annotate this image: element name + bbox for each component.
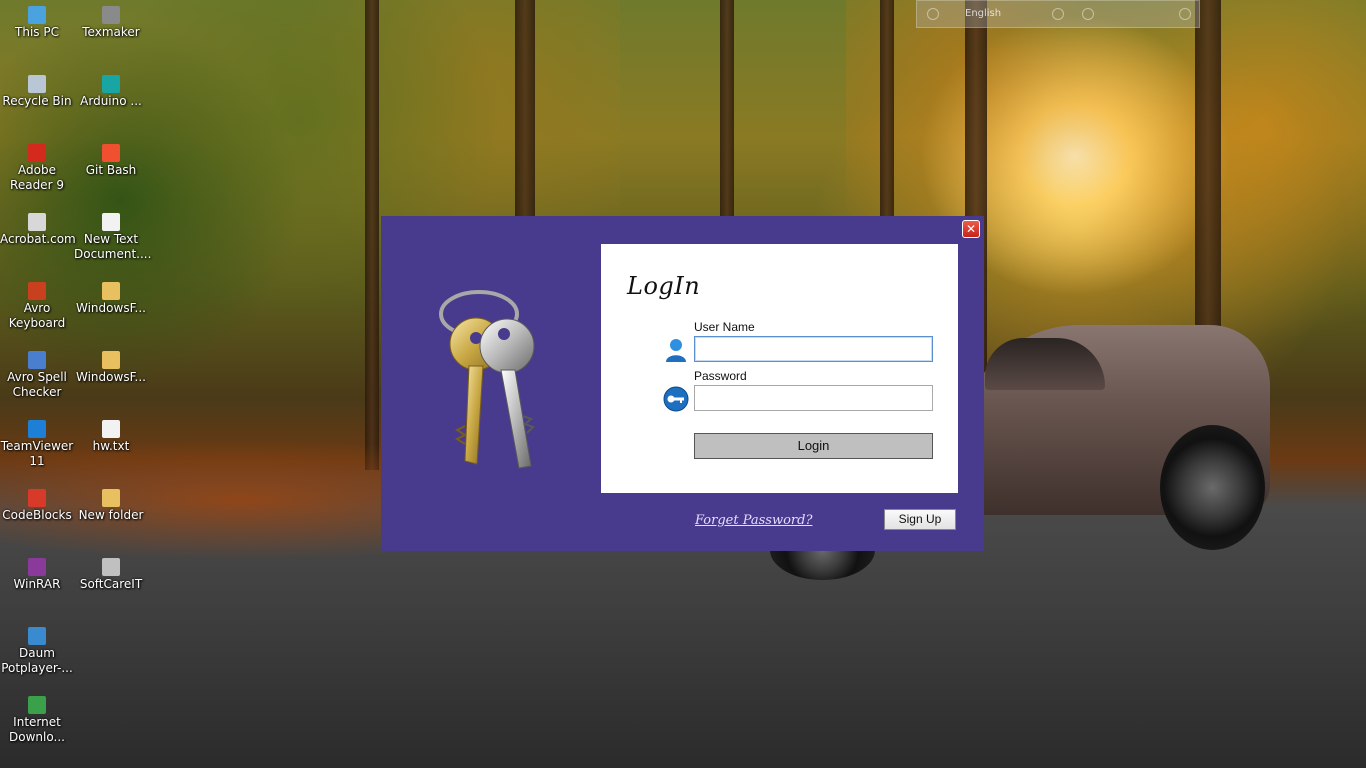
power-icon[interactable]	[1179, 8, 1191, 20]
desktop-icon-hw-txt[interactable]: hw.txt	[74, 420, 148, 454]
arduino-icon	[102, 75, 120, 93]
git-bash-icon	[102, 144, 120, 162]
texmaker-icon	[102, 6, 120, 24]
codeblocks-icon	[28, 489, 46, 507]
desktop-icon-winrar[interactable]: WinRAR	[0, 558, 74, 592]
keyboard-icon	[927, 8, 939, 20]
password-input[interactable]	[694, 385, 933, 411]
language-label: English	[965, 8, 1002, 19]
forget-password-link[interactable]: Forget Password?	[695, 513, 812, 528]
potplayer-icon	[28, 627, 46, 645]
desktop-icon-codeblocks[interactable]: CodeBlocks	[0, 489, 74, 523]
help-icon[interactable]	[1082, 8, 1094, 20]
close-button[interactable]: ✕	[962, 220, 980, 238]
desktop-icon-recycle-bin[interactable]: Recycle Bin	[0, 75, 74, 109]
desktop-icon-internet-download-manager[interactable]: Internet Downlo...	[0, 696, 74, 745]
desktop-icon-texmaker[interactable]: Texmaker	[74, 6, 148, 40]
password-label: Password	[694, 369, 747, 383]
spell-checker-icon	[28, 351, 46, 369]
desktop-icon-adobe-reader[interactable]: Adobe Reader 9	[0, 144, 74, 193]
signup-button[interactable]: Sign Up	[884, 509, 956, 530]
desktop-icon-windowsf-2[interactable]: WindowsF...	[74, 351, 148, 385]
folder-icon	[102, 282, 120, 300]
adobe-reader-icon	[28, 144, 46, 162]
desktop-icon-avro-spell-checker[interactable]: Avro Spell Checker	[0, 351, 74, 400]
acrobat-icon	[28, 213, 46, 231]
desktop-icon-arduino[interactable]: Arduino ...	[74, 75, 148, 109]
desktop-icon-teamviewer[interactable]: TeamViewer 11	[0, 420, 74, 469]
text-file-icon	[102, 213, 120, 231]
desktop-icon-windowsf-1[interactable]: WindowsF...	[74, 282, 148, 316]
recycle-bin-icon	[28, 75, 46, 93]
desktop-icon-this-pc[interactable]: This PC	[0, 6, 74, 40]
login-dialog: ✕ LogIn User Name Password Login Forget …	[381, 216, 984, 551]
softcareit-icon	[102, 558, 120, 576]
login-button[interactable]: Login	[694, 433, 933, 459]
username-input[interactable]	[694, 336, 933, 362]
text-file-icon	[102, 420, 120, 438]
winrar-icon	[28, 558, 46, 576]
download-manager-icon	[28, 696, 46, 714]
avro-keyboard-icon	[28, 282, 46, 300]
username-label: User Name	[694, 320, 755, 334]
language-bar[interactable]: English	[916, 0, 1200, 28]
user-icon	[666, 339, 686, 362]
login-panel: LogIn User Name Password Login	[601, 244, 958, 493]
wallpaper-car-wheel	[1160, 425, 1265, 550]
folder-icon	[102, 351, 120, 369]
desktop-icon-git-bash[interactable]: Git Bash	[74, 144, 148, 178]
settings-icon[interactable]	[1052, 8, 1064, 20]
desktop-icon-new-text-document[interactable]: New Text Document....	[74, 213, 151, 262]
folder-icon	[102, 489, 120, 507]
key-icon	[663, 386, 689, 412]
teamviewer-icon	[28, 420, 46, 438]
keys-icon	[439, 290, 535, 469]
desktop-icon-new-folder[interactable]: New folder	[74, 489, 148, 523]
desktop-icon-daum-potplayer[interactable]: Daum Potplayer-...	[0, 627, 74, 676]
desktop-icon-avro-keyboard[interactable]: Avro Keyboard	[0, 282, 74, 331]
computer-icon	[28, 6, 46, 24]
login-title: LogIn	[627, 272, 701, 300]
wallpaper-tree	[365, 0, 379, 470]
desktop-icon-softcareit[interactable]: SoftCareIT	[74, 558, 148, 592]
desktop-icon-acrobat-com[interactable]: Acrobat.com	[0, 213, 76, 247]
